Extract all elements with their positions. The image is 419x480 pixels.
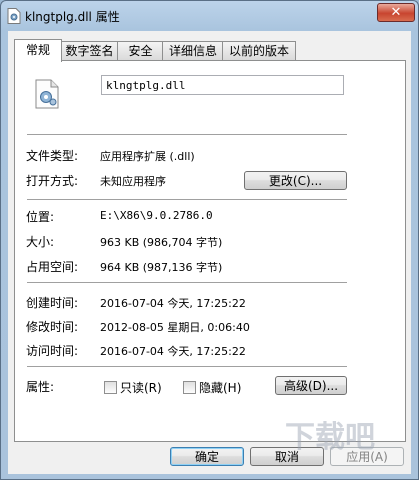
open-with-label: 打开方式: — [26, 174, 79, 188]
separator — [27, 366, 347, 368]
separator — [27, 282, 347, 284]
separator — [27, 134, 347, 136]
readonly-checkbox-box[interactable] — [104, 381, 117, 394]
window-title: klngtplg.dll 属性 — [25, 10, 120, 24]
tab-details[interactable]: 详细信息 — [162, 41, 224, 60]
created-label: 创建时间: — [26, 296, 79, 310]
modified-value: 2012-08-05 星期日, 0:06:40 — [100, 321, 250, 334]
readonly-checkbox-label: 只读(R) — [120, 381, 162, 395]
tab-general[interactable]: 常规 — [14, 39, 62, 62]
close-button[interactable]: ✕ — [377, 3, 415, 22]
hidden-checkbox-label: 隐藏(H) — [199, 381, 242, 395]
general-tab-panel: klngtplg.dll 文件类型: 应用程序扩展 (.dll) 打开方式: 未… — [14, 60, 406, 442]
dialog-client-area: 常规 数字签名 安全 详细信息 以前的版本 klngtplg.dll 文件类型:… — [8, 31, 411, 474]
readonly-checkbox[interactable]: 只读(R) — [104, 379, 162, 396]
size-value: 963 KB (986,704 字节) — [100, 236, 223, 249]
size-on-disk-label: 占用空间: — [26, 260, 79, 274]
attributes-label: 属性: — [26, 380, 55, 394]
created-value: 2016-07-04 今天, 17:25:22 — [100, 297, 246, 310]
accessed-label: 访问时间: — [26, 344, 79, 358]
advanced-button[interactable]: 高级(D)... — [275, 376, 347, 395]
separator — [27, 199, 347, 201]
tab-digital-signatures[interactable]: 数字签名 — [60, 41, 119, 60]
location-label: 位置: — [26, 210, 55, 224]
location-value: E:\X86\9.0.2786.0 — [100, 209, 213, 222]
file-name-field[interactable]: klngtplg.dll — [101, 75, 344, 95]
file-type-label: 文件类型: — [26, 149, 79, 163]
tab-previous-versions[interactable]: 以前的版本 — [222, 41, 296, 60]
site-watermark: 下载吧 — [285, 420, 375, 455]
properties-window: klngtplg.dll 属性 ✕ 常规 数字签名 安全 详细信息 以前的版本 … — [0, 0, 419, 480]
file-type-value: 应用程序扩展 (.dll) — [100, 150, 195, 163]
dll-file-icon — [7, 8, 21, 24]
change-button[interactable]: 更改(C)... — [244, 171, 347, 190]
size-label: 大小: — [26, 235, 55, 249]
accessed-value: 2016-07-04 今天, 17:25:22 — [100, 345, 246, 358]
title-bar[interactable]: klngtplg.dll 属性 ✕ — [1, 1, 418, 31]
ok-button[interactable]: 确定 — [170, 447, 244, 466]
modified-label: 修改时间: — [26, 320, 79, 334]
hidden-checkbox-box[interactable] — [183, 381, 196, 394]
size-on-disk-value: 964 KB (987,136 字节) — [100, 261, 223, 274]
open-with-value: 未知应用程序 — [100, 175, 166, 188]
tab-security[interactable]: 安全 — [117, 41, 164, 60]
dll-file-icon — [35, 79, 59, 109]
hidden-checkbox[interactable]: 隐藏(H) — [183, 379, 241, 396]
